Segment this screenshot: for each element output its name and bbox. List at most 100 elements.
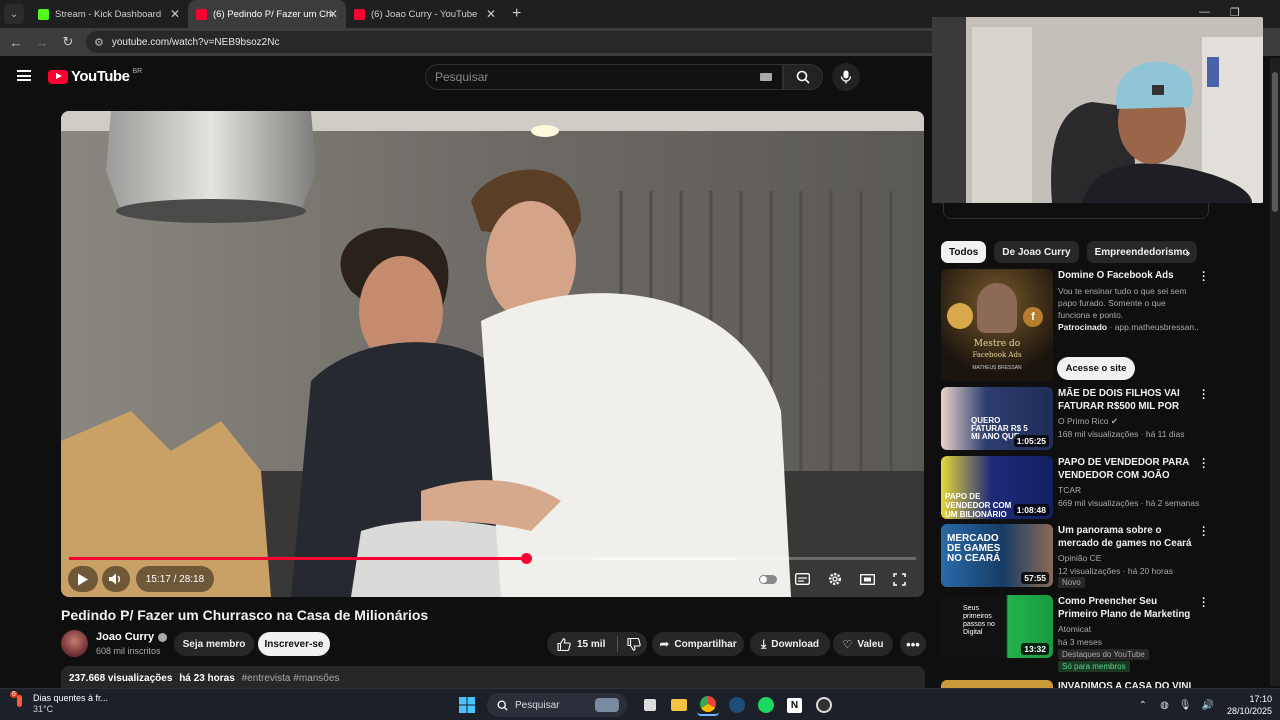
sponsored-ad[interactable]: f Mestre do Facebook Ads MATHEUS BRESSAN… [941,268,1211,381]
chip-empreendedorismo[interactable]: Empreendedorismo [1086,241,1197,263]
reload-icon[interactable]: ↻ [56,34,80,50]
tab-search-chevron-icon[interactable]: ⌄ [4,4,24,24]
more-actions-button[interactable]: ••• [900,632,926,656]
channel-name[interactable]: Joao Curry [96,631,168,643]
youtube-header: YouTube BR Pesquisar [0,56,932,98]
task-view-icon[interactable] [639,694,661,716]
recommended-video[interactable]: QUERO FATURAR R$ 5 MI ANO QUE 1:05:25 MÃ… [941,386,1211,450]
join-button[interactable]: Seja membro [174,632,254,656]
share-button[interactable]: ➦ Compartilhar [652,632,744,656]
obs-icon[interactable] [813,694,835,716]
taskbar-search[interactable]: Pesquisar [487,693,627,717]
channel-name[interactable]: Opinião CE [1058,552,1101,564]
channel-name[interactable]: TCAR [1058,484,1081,496]
more-vertical-icon[interactable]: · · · [1199,523,1209,542]
more-vertical-icon[interactable]: · · · [1199,268,1209,287]
channel-name[interactable]: Atomicat [1058,623,1091,635]
chevron-up-icon[interactable]: ⌃ [1139,700,1147,711]
microphone-icon[interactable]: 🎙 [1179,700,1192,711]
video-thumbnail[interactable] [941,680,1053,688]
notion-icon[interactable]: N [784,694,806,716]
like-button[interactable]: 15 mil [557,637,605,651]
subscribe-button[interactable]: Inscrever-se [258,632,330,656]
chip-de-joao-curry[interactable]: De Joao Curry [994,241,1079,263]
channel-line: O Primo Rico ✔ [1058,415,1118,427]
more-vertical-icon[interactable]: · · · [1199,594,1209,613]
volume-button[interactable] [102,566,130,592]
thanks-button[interactable]: ♡ Valeu [833,632,893,656]
fullscreen-button[interactable] [887,566,911,592]
weather-widget[interactable]: 6 Dias quentes à fr... 31°C [10,691,108,715]
file-explorer-icon[interactable] [668,694,690,716]
recommended-video[interactable]: INVADIMOS A CASA DO VINI [941,680,1211,688]
autoplay-toggle[interactable] [757,566,779,592]
chrome-icon[interactable] [696,694,719,716]
clock[interactable]: 17:10 28/10/2025 [1227,693,1272,717]
progress-bar[interactable] [69,553,916,564]
ad-cta-button[interactable]: Acesse o site [1057,357,1135,380]
spotify-icon[interactable] [755,694,777,716]
recommended-video[interactable]: PAPO DE VENDEDOR COM UM BILIONÁRIO 1:08:… [941,455,1211,519]
keyboard-icon[interactable] [760,73,772,81]
channel-name[interactable]: O Primo Rico [1058,416,1109,426]
ad-title: Domine O Facebook Ads [1058,270,1174,281]
hashtags[interactable]: #entrevista #mansões [242,673,340,684]
verified-icon [158,632,168,642]
close-icon[interactable]: ✕ [328,7,338,21]
video-thumbnail[interactable]: Seus primeiros passos no Digital 13:32 [941,595,1053,658]
video-stats: 12 visualizações · há 20 horas [1058,566,1173,576]
voice-search-button[interactable] [832,63,860,91]
chip-todos[interactable]: Todos [941,241,987,263]
video-thumbnail[interactable]: QUERO FATURAR R$ 5 MI ANO QUE 1:05:25 [941,387,1053,450]
ad-thumbnail[interactable]: f Mestre do Facebook Ads MATHEUS BRESSAN [941,269,1053,381]
system-tray: ⌃ ◍ 🎙 🔊 17:10 28/10/2025 [1131,693,1272,717]
close-icon[interactable]: ✕ [486,7,496,21]
video-title: INVADIMOS A CASA DO VINI [1058,681,1192,688]
youtube-highlights-badge: Destaques do YouTube [1058,649,1149,660]
steam-icon[interactable] [726,694,748,716]
subtitles-button[interactable] [790,566,814,592]
search-input[interactable]: Pesquisar [425,64,783,90]
chevron-right-icon[interactable]: › [1186,245,1190,260]
dislike-button[interactable] [627,637,642,651]
windows-start-icon[interactable] [456,694,478,716]
channel-avatar[interactable] [61,630,88,657]
tab-youtube-channel[interactable]: (6) Joao Curry - YouTube ✕ [346,0,504,28]
video-thumbnail[interactable]: MERCADO DE GAMES NO CEARÁ 57:55 [941,524,1053,587]
more-vertical-icon[interactable]: · · · [1199,455,1209,474]
video-title: MÃE DE DOIS FILHOS VAI FATURAR R$500 MIL… [1058,388,1180,412]
search-button[interactable] [783,64,823,90]
youtube-logo[interactable]: YouTube BR [48,68,142,85]
play-button[interactable] [68,566,98,592]
video-thumbnail[interactable]: PAPO DE VENDEDOR COM UM BILIONÁRIO 1:08:… [941,456,1053,519]
settings-button[interactable] [823,566,847,592]
theater-mode-button[interactable] [855,566,879,592]
channel-action-row: Joao Curry 608 mil inscritos Seja membro… [61,630,926,658]
scrollbar-thumb[interactable] [1272,72,1278,212]
recommended-video[interactable]: Seus primeiros passos no Digital 13:32 C… [941,594,1211,672]
download-button[interactable]: ⤓ Download [750,632,830,656]
network-icon[interactable]: ◍ [1160,700,1169,711]
forward-arrow-icon[interactable]: → [30,35,54,50]
channel-name-text: Joao Curry [96,631,155,643]
verified-icon: ✔ [1110,416,1119,426]
microphone-icon [840,70,852,84]
members-only-badge: Só para membros [1058,661,1130,672]
back-arrow-icon[interactable]: ← [4,35,28,50]
close-icon[interactable]: ✕ [170,7,180,21]
tab-kick-dashboard[interactable]: Stream - Kick Dashboard ✕ [30,0,188,28]
more-vertical-icon[interactable]: · · · [1199,386,1209,405]
new-tab-plus-icon[interactable]: + [512,5,521,23]
thumbnail-text: PAPO DE VENDEDOR COM UM BILIONÁRIO [945,492,1012,519]
description-box[interactable]: 237.668 visualizações há 23 horas #entre… [61,666,925,690]
menu-icon[interactable] [17,70,31,81]
video-player[interactable]: 15:17 / 28:18 [61,111,924,597]
speaker-icon[interactable]: 🔊 [1202,700,1214,711]
page-scrollbar[interactable] [1270,58,1280,686]
recommended-video[interactable]: MERCADO DE GAMES NO CEARÁ 57:55 Um panor… [941,523,1211,588]
search-placeholder: Pesquisar [435,70,489,84]
site-info-icon[interactable]: ⚙ [94,36,104,49]
tab-youtube-video[interactable]: (6) Pedindo P/ Fazer um Churra ✕ [188,0,346,28]
played-segment [69,557,527,560]
search-icon [497,700,508,711]
